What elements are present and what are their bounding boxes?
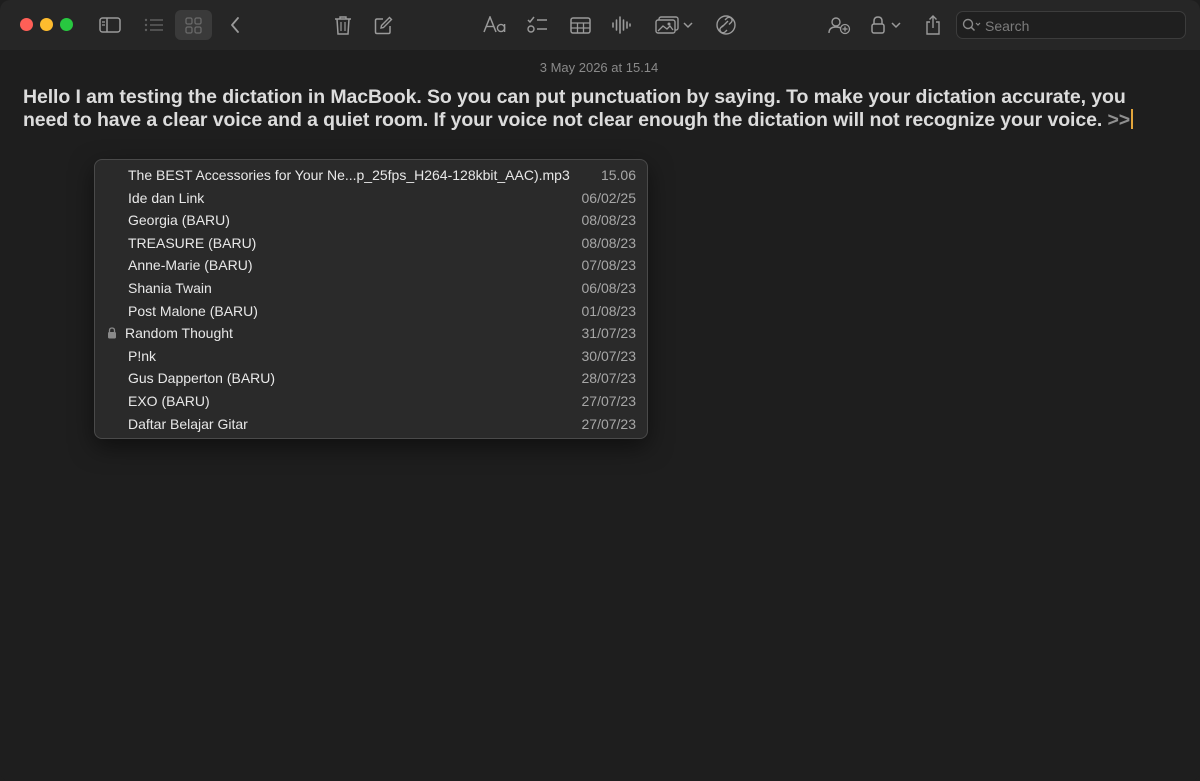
compose-icon — [374, 16, 392, 34]
chevron-down-icon — [891, 22, 901, 29]
note-title: Ide dan Link — [128, 189, 205, 206]
note-date: 08/08/23 — [581, 234, 637, 251]
table-icon — [569, 16, 591, 34]
share-icon — [926, 15, 940, 35]
search-input[interactable] — [983, 16, 1182, 36]
checklist-button[interactable] — [524, 10, 550, 40]
notes-window: 3 May 2026 at 15.14 Hello I am testing t… — [0, 0, 1200, 781]
note-date: 27/07/23 — [581, 415, 637, 432]
note-title: P!nk — [128, 347, 157, 364]
lock-icon — [108, 327, 116, 339]
audio-waveform-icon — [612, 16, 631, 34]
lock-note-button[interactable] — [866, 10, 906, 40]
format-button[interactable] — [480, 10, 510, 40]
note-title: EXO (BARU) — [128, 393, 210, 409]
note-title: Post Malone (BARU) — [128, 302, 258, 319]
note-title: Daftar Belajar Gitar — [128, 415, 248, 432]
note-date: 06/02/25 — [581, 189, 637, 206]
list-view-button[interactable] — [140, 10, 168, 40]
list-item[interactable]: Daftar Belajar Gitar 27/07/23 — [95, 413, 647, 436]
trash-icon — [335, 16, 351, 35]
note-title: Georgia (BARU) — [128, 212, 230, 229]
media-icon — [655, 16, 679, 34]
format-text-icon — [483, 16, 506, 33]
note-title: TREASURE (BARU) — [128, 234, 257, 251]
link-prompt: >> — [1107, 109, 1131, 131]
list-item[interactable]: Post Malone (BARU) 01/08/23 — [95, 300, 647, 323]
record-audio-button[interactable] — [608, 10, 634, 40]
note-date: 3 May 2026 at 15.14 — [539, 60, 659, 75]
back-button[interactable] — [224, 10, 246, 40]
list-item[interactable]: Anne-Marie (BARU) 07/08/23 — [95, 254, 647, 277]
list-item[interactable]: Gus Dapperton (BARU) 28/07/23 — [95, 367, 647, 390]
close-window-button[interactable] — [20, 18, 33, 31]
toolbar — [0, 0, 1200, 50]
minimize-window-button[interactable] — [40, 18, 53, 31]
note-title: The BEST Accessories for Your Ne...p_25f… — [128, 167, 570, 183]
collaborate-icon — [828, 17, 851, 35]
search-icon — [962, 18, 981, 32]
search-field[interactable] — [956, 11, 1186, 39]
list-item[interactable]: P!nk 30/07/23 — [95, 345, 647, 368]
note-date: 30/07/23 — [581, 347, 637, 364]
list-item[interactable]: The BEST Accessories for Your Ne...p_25f… — [95, 164, 647, 187]
note-date: 07/08/23 — [581, 257, 637, 274]
note-date: 01/08/23 — [581, 302, 637, 319]
list-item[interactable]: TREASURE (BARU) 08/08/23 — [95, 232, 647, 255]
link-icon — [716, 15, 736, 35]
list-item[interactable]: Shania Twain 06/08/23 — [95, 277, 647, 300]
chevron-down-icon — [683, 22, 693, 29]
note-text: Hello I am testing the dictation in MacB… — [23, 86, 1126, 131]
toggle-sidebar-button[interactable] — [96, 10, 124, 40]
list-item[interactable]: Ide dan Link 06/02/25 — [95, 187, 647, 210]
link-suggestions-popup: The BEST Accessories for Your Ne...p_25f… — [94, 159, 648, 439]
note-date: 31/07/23 — [581, 325, 637, 342]
note-date: 28/07/23 — [581, 370, 637, 387]
note-date: 27/07/23 — [581, 393, 637, 409]
delete-note-button[interactable] — [330, 10, 356, 40]
note-date: 06/08/23 — [581, 280, 637, 296]
zoom-window-button[interactable] — [60, 18, 73, 31]
text-caret — [1131, 109, 1134, 129]
lock-icon — [871, 16, 885, 34]
link-button[interactable] — [712, 10, 740, 40]
list-item[interactable]: Random Thought 31/07/23 — [95, 322, 647, 345]
note-editor[interactable]: Hello I am testing the dictation in MacB… — [23, 86, 1173, 132]
list-item[interactable]: EXO (BARU) 27/07/23 — [95, 390, 647, 413]
gallery-view-icon — [185, 16, 202, 34]
new-note-button[interactable] — [370, 10, 396, 40]
note-title: Anne-Marie (BARU) — [128, 257, 253, 274]
gallery-view-button[interactable] — [175, 10, 212, 40]
note-title: Shania Twain — [128, 280, 212, 296]
back-icon — [231, 17, 239, 33]
list-item[interactable]: Georgia (BARU) 08/08/23 — [95, 209, 647, 232]
checklist-icon — [526, 16, 547, 33]
collaborate-button[interactable] — [825, 10, 853, 40]
table-button[interactable] — [566, 10, 594, 40]
note-date: 08/08/23 — [581, 212, 637, 229]
share-button[interactable] — [920, 10, 946, 40]
note-date: 15.06 — [600, 167, 636, 183]
note-title: Gus Dapperton (BARU) — [128, 370, 276, 387]
list-view-icon — [144, 18, 163, 32]
media-button[interactable] — [652, 10, 696, 40]
note-title: Random Thought — [125, 325, 233, 342]
sidebar-icon — [99, 17, 121, 33]
